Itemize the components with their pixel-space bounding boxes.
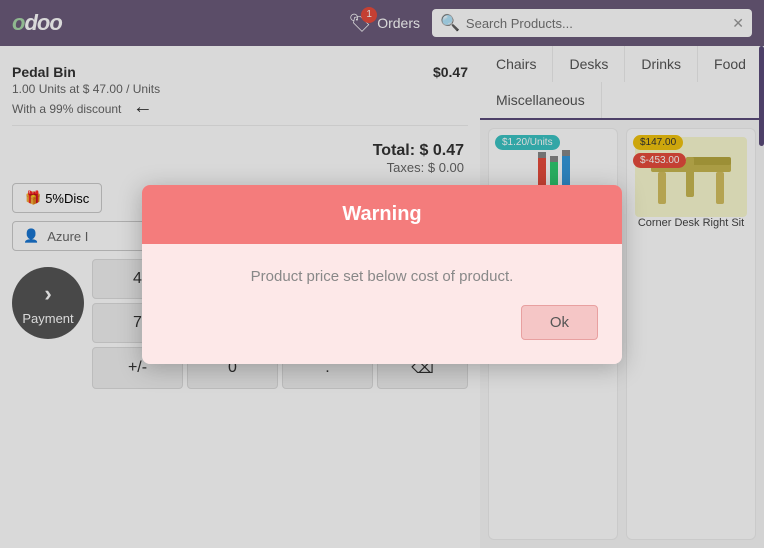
modal-overlay: Warning ← Product price set below cost o… bbox=[0, 0, 764, 548]
modal-body: Product price set below cost of product.… bbox=[142, 244, 622, 364]
warning-modal: Warning ← Product price set below cost o… bbox=[142, 185, 622, 364]
modal-header: Warning ← bbox=[142, 185, 622, 244]
modal-title: Warning bbox=[342, 203, 421, 225]
modal-message: Product price set below cost of product. bbox=[166, 268, 598, 285]
modal-ok-button[interactable]: Ok bbox=[521, 305, 598, 340]
